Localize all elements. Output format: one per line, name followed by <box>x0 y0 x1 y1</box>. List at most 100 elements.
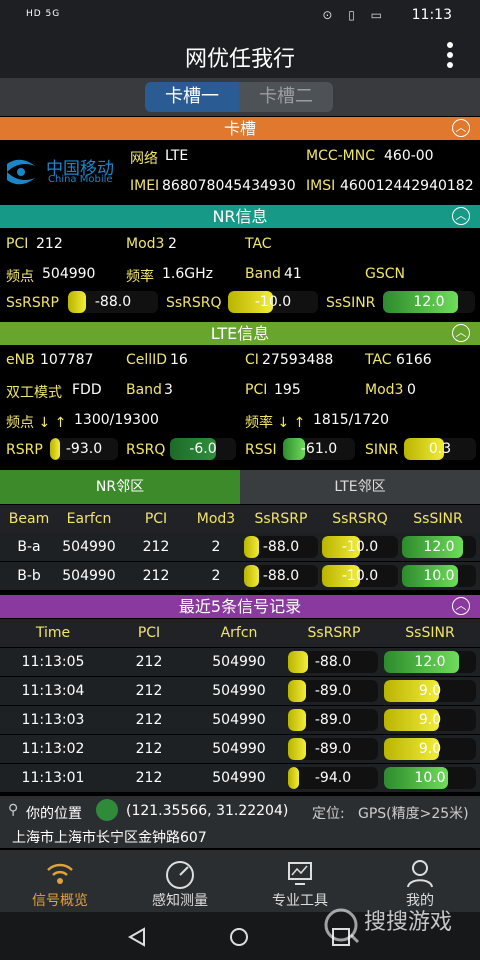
earfcn-cell: 504990 <box>62 568 116 584</box>
nav-signal-overview[interactable]: 信号概览 <box>0 850 120 912</box>
lte-cellid-value: 16 <box>170 352 188 368</box>
collapse-icon[interactable]: ︿ <box>452 324 470 342</box>
sssinr-meter: 10.0 <box>384 767 476 789</box>
app-bar: 网优任我行 <box>0 32 480 78</box>
column-header: PCI <box>144 511 168 527</box>
ssrsrp-value: -94.0 <box>314 770 352 786</box>
nr-sssinr-meter: 12.0 <box>383 291 475 313</box>
section-header-lte[interactable]: LTE信息 ︿ <box>0 322 480 345</box>
history-table-header: Time PCI Arfcn SsRSRP SsSINR <box>0 619 480 647</box>
carrier-name-en: China Mobile <box>48 174 113 185</box>
section-title: LTE信息 <box>210 324 270 343</box>
lte-freq-label: 频率 ↓ ↑ <box>245 415 306 431</box>
nr-sssinr-label: SsSINR <box>326 295 376 311</box>
mod3-cell: 2 <box>211 539 221 555</box>
column-header: Arfcn <box>220 625 258 641</box>
lte-enb-value: 107787 <box>40 352 94 368</box>
imsi-label: IMSI <box>306 178 336 194</box>
nr-gscn-label: GSCN <box>365 266 405 282</box>
sssinr-meter: 9.0 <box>384 680 476 702</box>
ssrsrp-value: -89.0 <box>314 683 352 699</box>
table-row[interactable]: 11:13:03 212 504990 -89.0 9.0 <box>0 706 480 735</box>
pci-cell: 212 <box>135 712 163 728</box>
location-address: 上海市上海市长宁区金钟路607 <box>12 830 207 846</box>
sssinr-meter: 9.0 <box>384 738 476 760</box>
network-value: LTE <box>165 148 189 164</box>
arfcn-cell: 504990 <box>212 683 266 699</box>
beam-cell: B-a <box>17 539 41 555</box>
table-row[interactable]: 11:13:05 212 504990 -88.0 12.0 <box>0 648 480 677</box>
tab-slot-2[interactable]: 卡槽二 <box>239 82 333 112</box>
ssrsrp-value: -89.0 <box>314 712 352 728</box>
time-cell: 11:13:04 <box>21 683 85 699</box>
mcc-value: 460-00 <box>384 148 434 164</box>
sim-slot-tabs: 卡槽一 卡槽二 <box>0 78 480 116</box>
china-mobile-logo-icon <box>7 159 35 185</box>
ssrsrp-value: -89.0 <box>314 741 352 757</box>
ssrsrp-meter: -88.0 <box>288 651 378 673</box>
sssinr-value: 9.0 <box>418 712 442 728</box>
tab-nr-neighbors[interactable]: NR邻区 <box>0 470 240 504</box>
beam-cell: B-b <box>17 568 41 584</box>
ssrsrq-value: -10.0 <box>341 539 379 555</box>
neighbor-tabs: NR邻区 LTE邻区 <box>0 470 480 504</box>
table-row[interactable]: 11:13:01 212 504990 -94.0 10.0 <box>0 764 480 793</box>
neighbor-table-header: Beam Earfcn PCI Mod3 SsRSRP SsRSRQ SsSIN… <box>0 505 480 533</box>
location-bar[interactable]: ⚲ 你的位置 (121.35566, 31.22204) 定位: GPS(精度>… <box>0 796 480 848</box>
nav-label: 感知测量 <box>152 893 208 909</box>
table-row[interactable]: 11:13:02 212 504990 -89.0 9.0 <box>0 735 480 764</box>
home-icon[interactable] <box>228 926 250 948</box>
more-menu-icon[interactable] <box>442 40 458 72</box>
pci-cell: 212 <box>135 654 163 670</box>
pci-cell: 212 <box>135 741 163 757</box>
lte-ci-label: CI <box>245 352 259 368</box>
time-cell: 11:13:05 <box>21 654 85 670</box>
table-row[interactable]: 11:13:04 212 504990 -89.0 9.0 <box>0 677 480 706</box>
ssrsrp-value: -88.0 <box>314 654 352 670</box>
nr-band-value: 41 <box>284 266 302 282</box>
pci-cell: 212 <box>142 568 170 584</box>
lte-ci-value: 27593488 <box>262 352 334 368</box>
sssinr-value: 9.0 <box>418 683 442 699</box>
section-header-history[interactable]: 最近5条信号记录 ︿ <box>0 595 480 618</box>
lte-info-panel: eNB 107787 CellID 16 CI 27593488 TAC 616… <box>0 346 480 468</box>
ssrsrq-meter: -10.0 <box>322 536 398 558</box>
map-icon[interactable] <box>96 799 118 821</box>
table-row[interactable]: B-b 504990 212 2 -88.0 -10.0 10.0 <box>0 562 480 591</box>
collapse-icon[interactable]: ︿ <box>452 119 470 137</box>
nav-perception[interactable]: 感知测量 <box>120 850 240 912</box>
ssrsrp-meter: -88.0 <box>244 536 318 558</box>
arfcn-cell: 504990 <box>212 770 266 786</box>
nr-freqpt-label: 频点 <box>6 269 34 285</box>
sssinr-value: 12.0 <box>423 539 455 555</box>
sssinr-value: 9.0 <box>418 741 442 757</box>
time-cell: 11:13:02 <box>21 741 85 757</box>
tab-slot-1[interactable]: 卡槽一 <box>145 82 239 112</box>
lte-band-value: 3 <box>164 382 173 398</box>
nr-band-label: Band <box>245 266 281 282</box>
lte-rsrq-meter: -6.0 <box>170 438 236 460</box>
section-header-nr[interactable]: NR信息 ︿ <box>0 205 480 228</box>
app-title: 网优任我行 <box>184 47 295 72</box>
status-icons: ⊙ ▯ ▭ <box>322 8 388 22</box>
sssinr-meter: 12.0 <box>384 651 476 673</box>
nr-ssrsrq-label: SsRSRQ <box>166 295 222 311</box>
nr-mod3-value: 2 <box>168 236 177 252</box>
lte-tac-value: 6166 <box>396 352 432 368</box>
collapse-icon[interactable]: ︿ <box>452 207 470 225</box>
lte-rssi-meter: -61.0 <box>283 438 355 460</box>
nr-ssrsrp-label: SsRSRP <box>6 295 59 311</box>
section-header-sim[interactable]: 卡槽 ︿ <box>0 117 480 140</box>
table-row[interactable]: B-a 504990 212 2 -88.0 -10.0 12.0 <box>0 533 480 562</box>
lte-rssi-label: RSSI <box>245 442 277 458</box>
ssrsrp-meter: -94.0 <box>288 767 378 789</box>
collapse-icon[interactable]: ︿ <box>452 597 470 615</box>
clock: 11:13 <box>411 7 452 23</box>
nr-pci-value: 212 <box>36 236 63 252</box>
column-header: Beam <box>8 511 50 527</box>
status-bar: HD 5G ⊙ ▯ ▭ 11:13 <box>0 0 480 32</box>
tab-lte-neighbors[interactable]: LTE邻区 <box>240 470 480 504</box>
location-coords: (121.35566, 31.22204) <box>126 803 289 819</box>
column-header: SsRSRQ <box>332 511 388 527</box>
back-icon[interactable] <box>126 926 148 948</box>
